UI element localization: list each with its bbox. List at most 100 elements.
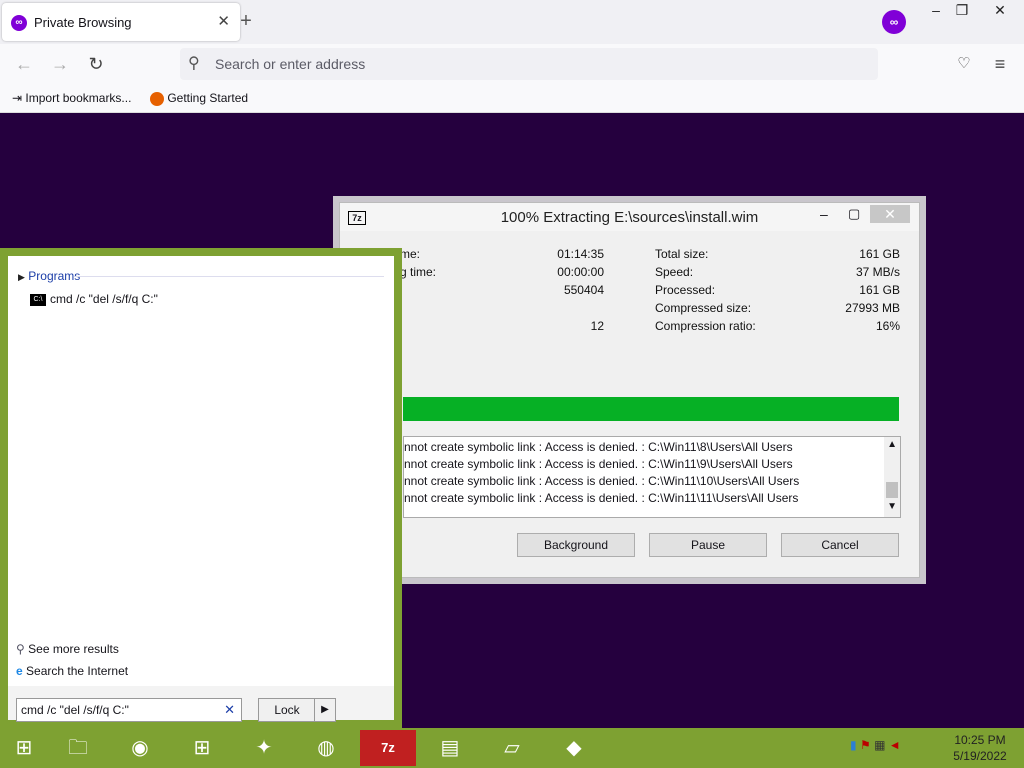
reload-icon[interactable]: ↻ — [84, 52, 108, 76]
remaining-time-label: g time: — [400, 265, 437, 279]
nav-bar: ← → ↻ ⚲ Search or enter address ♡ ≡ — [0, 44, 1024, 84]
notepad-icon[interactable]: ▱ — [484, 730, 540, 766]
new-tab-button[interactable]: + — [236, 10, 256, 33]
private-browsing-icon: ∞ — [11, 15, 27, 31]
program-result-item[interactable]: C:\ cmd /c "del /s/f/q C:" — [30, 292, 158, 306]
processed-label: Processed: — [655, 283, 716, 297]
background-button[interactable]: Background — [517, 533, 635, 557]
store-icon[interactable]: ⊞ — [174, 730, 230, 766]
show-desktop-icon[interactable]: ▮ — [850, 738, 857, 752]
elapsed-time-label: me: — [400, 247, 421, 261]
getting-started-label: Getting Started — [167, 91, 249, 105]
firefox-icon — [150, 91, 164, 106]
pocket-icon[interactable]: ♡ — [952, 52, 976, 76]
system-icon[interactable]: ▤ — [422, 730, 478, 766]
close-window-button[interactable]: ✕ — [988, 2, 1012, 19]
bookmarks-toolbar: ⇥ Import bookmarks... Getting Started — [0, 84, 1024, 113]
see-more-label: See more results — [28, 642, 119, 656]
dialog-minimize-button[interactable]: – — [820, 206, 828, 222]
chrome-icon[interactable]: ◉ — [112, 730, 168, 766]
address-placeholder: Search or enter address — [215, 56, 366, 72]
search-input-value: cmd /c "del /s/f/q C:" — [21, 703, 129, 717]
flag-icon[interactable]: ⚑ — [860, 738, 871, 752]
programs-label: Programs — [28, 269, 81, 283]
start-search-area: cmd /c "del /s/f/q C:" ✕ Lock ▶ — [8, 686, 394, 722]
speed-label: Speed: — [655, 265, 694, 279]
clock-date: 5/19/2022 — [953, 749, 1007, 763]
cancel-button[interactable]: Cancel — [781, 533, 899, 557]
start-menu-panel: ▶ Programs C:\ cmd /c "del /s/f/q C:" ⚲ S… — [8, 256, 394, 722]
dialog-maximize-button[interactable]: ▢ — [848, 206, 860, 222]
see-more-results-link[interactable]: ⚲ See more results — [16, 642, 119, 656]
cmd-icon: C:\ — [30, 293, 46, 306]
extract-dialog: 7z 100% Extracting E:\sources\install.wi… — [339, 202, 920, 578]
compressed-size-value: 27993 MB — [845, 301, 900, 315]
program-result-label: cmd /c "del /s/f/q C:" — [50, 292, 158, 306]
lock-button[interactable]: Lock — [258, 698, 316, 722]
total-size-label: Total size: — [655, 247, 709, 261]
compressed-size-label: Compressed size: — [655, 301, 752, 315]
error-log-list[interactable]: nnot create symbolic link : Access is de… — [403, 436, 901, 518]
speed-value: 37 MB/s — [855, 265, 900, 279]
start-menu: ▶ Programs C:\ cmd /c "del /s/f/q C:" ⚲ S… — [0, 248, 402, 728]
tab-bar: ∞ Private Browsing ✕ + ∞ – ❐ ✕ — [0, 0, 1024, 44]
clear-search-icon[interactable]: ✕ — [224, 702, 235, 718]
search-internet-link[interactable]: e Search the Internet — [16, 664, 128, 678]
tab-title: Private Browsing — [34, 15, 132, 30]
programs-header[interactable]: ▶ Programs — [18, 269, 384, 283]
elapsed-time-value: 01:14:35 — [557, 247, 604, 261]
internet-explorer-icon: e — [16, 664, 23, 678]
volume-icon[interactable]: ◄ — [889, 738, 901, 752]
address-bar[interactable]: ⚲ Search or enter address — [180, 48, 878, 80]
restore-button[interactable]: ❐ — [950, 2, 974, 19]
log-scrollbar-thumb[interactable] — [886, 482, 898, 498]
tab-private-browsing[interactable]: ∞ Private Browsing ✕ — [2, 3, 240, 41]
clock-time: 10:25 PM — [954, 733, 1006, 747]
forward-icon[interactable]: → — [48, 52, 72, 76]
scroll-down-icon[interactable]: ▼ — [887, 501, 897, 512]
pause-button[interactable]: Pause — [649, 533, 767, 557]
7zip-icon[interactable]: 7z — [360, 730, 416, 766]
import-bookmarks-label: Import bookmarks... — [25, 91, 132, 105]
clock[interactable]: 10:25 PM 5/19/2022 — [940, 732, 1020, 764]
system-tray: ▮ ⚑ ▦ ◄ — [850, 738, 901, 752]
magnifier-icon: ⚲ — [16, 642, 25, 656]
private-mask-icon: ∞ — [882, 10, 906, 34]
start-icon[interactable]: ⊞ — [0, 730, 48, 766]
compression-ratio-value: 16% — [875, 319, 900, 333]
total-size-value: 161 GB — [859, 247, 900, 261]
dialog-titlebar: 7z 100% Extracting E:\sources\install.wi… — [340, 203, 919, 231]
remaining-time-value: 00:00:00 — [557, 265, 604, 279]
log-line: nnot create symbolic link : Access is de… — [404, 440, 793, 454]
search-internet-label: Search the Internet — [26, 664, 129, 678]
processed-value: 161 GB — [859, 283, 900, 297]
start-search-input[interactable]: cmd /c "del /s/f/q C:" ✕ — [16, 698, 242, 722]
taskbar: ⊞ 🗀 ◉ ⊞ ✦ ◍ 7z ▤ ▱ ◆ ▮ ⚑ ▦ ◄ 10:25 PM 5/… — [0, 728, 1024, 768]
getting-started-link[interactable]: Getting Started — [150, 91, 248, 106]
divider — [74, 276, 384, 277]
dialog-title: 100% Extracting E:\sources\install.wim — [500, 209, 759, 226]
errors-value: 12 — [590, 319, 604, 333]
files-value: 550404 — [563, 283, 604, 297]
compression-ratio-label: Compression ratio: — [655, 319, 756, 333]
minimize-button[interactable]: – — [924, 2, 948, 18]
search-icon: ⚲ — [188, 55, 200, 72]
tab-close-icon[interactable]: ✕ — [217, 12, 230, 30]
import-icon: ⇥ — [12, 91, 23, 105]
file-explorer-icon[interactable]: 🗀 — [50, 730, 106, 766]
dialog-close-button[interactable]: ✕ — [870, 205, 910, 223]
firefox-icon[interactable]: ◍ — [298, 730, 354, 766]
log-line: nnot create symbolic link : Access is de… — [404, 457, 793, 471]
back-icon[interactable]: ← — [12, 52, 36, 76]
import-bookmarks-link[interactable]: ⇥ Import bookmarks... — [12, 91, 131, 105]
wireless-icon[interactable]: ✦ — [236, 730, 292, 766]
visual-studio-installer-icon[interactable]: ◆ — [546, 730, 602, 766]
power-options-arrow-icon[interactable]: ▶ — [314, 698, 336, 722]
progress-bar — [403, 397, 899, 421]
network-icon[interactable]: ▦ — [874, 738, 885, 752]
log-line: nnot create symbolic link : Access is de… — [404, 491, 799, 505]
menu-icon[interactable]: ≡ — [988, 52, 1012, 76]
log-line: nnot create symbolic link : Access is de… — [404, 474, 800, 488]
scroll-up-icon[interactable]: ▲ — [887, 439, 897, 450]
expand-icon: ▶ — [18, 272, 25, 282]
